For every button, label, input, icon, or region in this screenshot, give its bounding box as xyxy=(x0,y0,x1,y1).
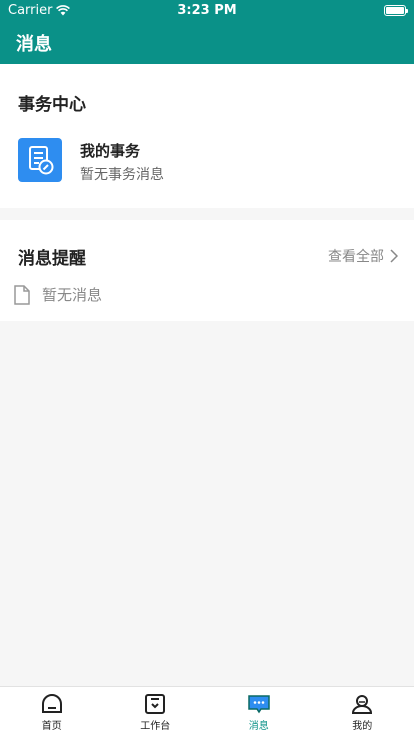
message-icon xyxy=(248,695,270,714)
view-all-link[interactable]: 查看全部 xyxy=(328,246,398,266)
chevron-right-icon xyxy=(390,249,398,263)
reminders-title: 消息提醒 xyxy=(18,249,86,269)
tab-home-label: 首页 xyxy=(41,721,62,732)
document-icon xyxy=(18,138,62,182)
affairs-center-title: 事务中心 xyxy=(18,95,86,115)
tab-bar: 首页 工作台 消息 我的 xyxy=(0,686,414,736)
my-affairs-item[interactable]: 我的事务 暂无事务消息 xyxy=(18,138,398,186)
battery-icon xyxy=(384,5,408,16)
status-time: 3:23 PM xyxy=(177,3,237,18)
tab-home[interactable]: 首页 xyxy=(0,687,104,736)
file-icon xyxy=(14,284,30,305)
page-title: 消息 xyxy=(16,34,52,55)
affairs-center-section: 事务中心 我的事务 暂无事务消息 xyxy=(0,64,414,208)
top-bar: Carrier 3:23 PM 消息 xyxy=(0,0,414,64)
view-all-label: 查看全部 xyxy=(328,249,384,265)
tab-workbench[interactable]: 工作台 xyxy=(104,687,208,736)
tab-profile[interactable]: 我的 xyxy=(311,687,414,736)
empty-state: 暂无消息 xyxy=(14,284,102,305)
profile-icon xyxy=(352,695,373,714)
tab-profile-label: 我的 xyxy=(352,721,373,732)
workbench-icon xyxy=(145,694,166,714)
my-affairs-label: 我的事务 xyxy=(80,142,141,160)
tab-messages-label: 消息 xyxy=(248,721,269,732)
tab-messages[interactable]: 消息 xyxy=(207,687,311,736)
tab-workbench-label: 工作台 xyxy=(140,721,171,732)
home-icon xyxy=(41,694,62,713)
reminders-section: 消息提醒 查看全部 暂无消息 xyxy=(0,220,414,321)
empty-message: 暂无消息 xyxy=(42,286,103,304)
my-affairs-desc: 暂无事务消息 xyxy=(80,167,164,183)
status-bar: Carrier 3:23 PM xyxy=(0,0,414,20)
